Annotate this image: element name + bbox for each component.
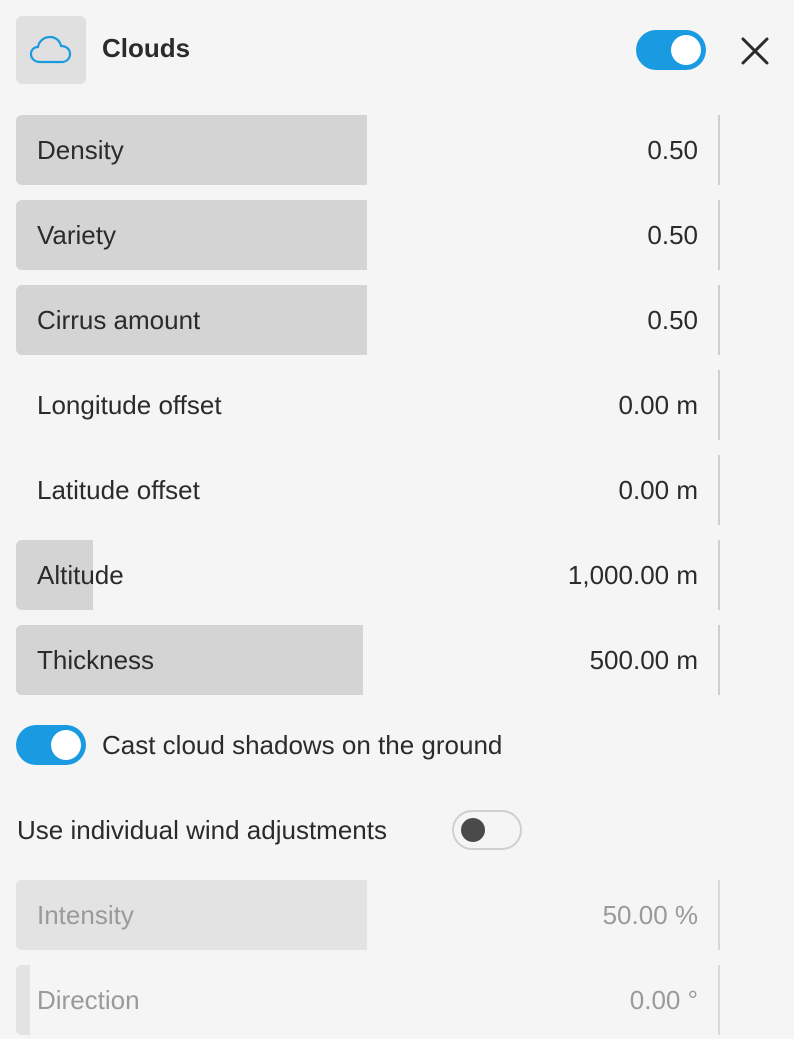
cast-shadows-toggle[interactable]: [16, 725, 86, 765]
slider-value: 50.00 %: [602, 900, 698, 930]
cast-shadows-label: Cast cloud shadows on the ground: [102, 730, 503, 760]
slider-altitude[interactable]: Altitude 1,000.00 m: [16, 540, 720, 610]
wind-adjustments-toggle[interactable]: [452, 810, 522, 850]
slider-label: Variety: [37, 220, 116, 250]
slider-end-divider: [718, 540, 720, 610]
slider-value: 0.50: [647, 305, 698, 335]
slider-end-divider: [718, 115, 720, 185]
slider-end-divider: [718, 965, 720, 1035]
slider-variety[interactable]: Variety 0.50: [16, 200, 720, 270]
close-button[interactable]: [738, 34, 772, 68]
clouds-panel: Clouds Density 0.50 Variety 0.50 Cirrus …: [0, 0, 794, 1039]
toggle-knob: [51, 730, 81, 760]
slider-value: 0.50: [647, 220, 698, 250]
slider-value: 0.00 m: [618, 475, 699, 505]
slider-intensity: Intensity 50.00 %: [16, 880, 720, 950]
slider-end-divider: [718, 625, 720, 695]
slider-thickness[interactable]: Thickness 500.00 m: [16, 625, 720, 695]
wind-adjustments-label: Use individual wind adjustments: [17, 815, 387, 845]
cloud-icon: [16, 16, 86, 84]
slider-label: Density: [37, 135, 124, 165]
slider-label: Cirrus amount: [37, 305, 201, 335]
slider-end-divider: [718, 370, 720, 440]
toggle-knob: [461, 818, 485, 842]
panel-header: Clouds: [0, 0, 794, 100]
slider-longitude-offset[interactable]: Longitude offset 0.00 m: [16, 370, 720, 440]
slider-label: Longitude offset: [37, 390, 222, 420]
slider-label: Latitude offset: [37, 475, 200, 505]
clouds-enabled-toggle[interactable]: [636, 30, 706, 70]
slider-label: Altitude: [37, 560, 124, 590]
slider-latitude-offset[interactable]: Latitude offset 0.00 m: [16, 455, 720, 525]
slider-value: 0.00 °: [629, 985, 698, 1015]
slider-label: Intensity: [37, 900, 134, 930]
slider-label: Thickness: [37, 645, 155, 675]
close-icon: [741, 37, 769, 65]
slider-fill: [16, 965, 30, 1035]
slider-end-divider: [718, 200, 720, 270]
slider-end-divider: [718, 455, 720, 525]
slider-value: 0.00 m: [618, 390, 699, 420]
slider-end-divider: [718, 285, 720, 355]
slider-value: 1,000.00 m: [567, 560, 698, 590]
slider-direction: Direction 0.00 °: [16, 965, 720, 1035]
slider-value: 0.50: [647, 135, 698, 165]
toggle-knob: [671, 35, 701, 65]
slider-cirrus-amount[interactable]: Cirrus amount 0.50: [16, 285, 720, 355]
slider-density[interactable]: Density 0.50: [16, 115, 720, 185]
slider-label: Direction: [37, 985, 140, 1015]
slider-value: 500.00 m: [589, 645, 698, 675]
panel-title: Clouds: [102, 33, 191, 63]
slider-end-divider: [718, 880, 720, 950]
